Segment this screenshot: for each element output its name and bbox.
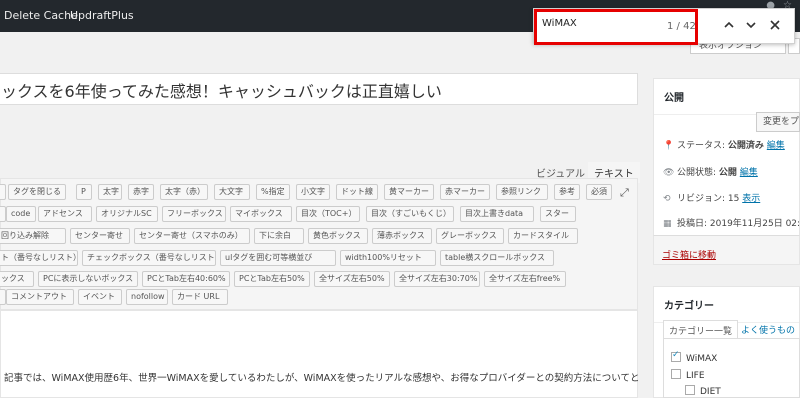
trash-link[interactable]: ゴミ箱に移動 — [662, 248, 716, 261]
find-match-count: 1 / 42 — [667, 21, 696, 32]
quicktag-button[interactable]: code — [6, 206, 36, 222]
quicktag-button[interactable]: 大文字 — [214, 184, 250, 200]
quicktag-button[interactable]: 目次上書きdata — [460, 206, 534, 222]
checkbox[interactable] — [671, 369, 681, 379]
quicktag-button[interactable]: カードスタイル — [508, 228, 578, 244]
quicktag-button[interactable]: 参照リンク — [496, 184, 548, 200]
quicktag-button[interactable]: マイボックス — [230, 206, 292, 222]
find-input[interactable] — [542, 18, 642, 29]
quicktag-button[interactable]: チェックボックス（番号なしリスト） — [82, 250, 216, 266]
quicktag-button[interactable]: カード URL — [172, 289, 228, 305]
quicktag-button[interactable]: イベント — [78, 289, 122, 305]
quicktag-button[interactable]: PCに表示しないボックス — [38, 271, 138, 287]
quicktag-button[interactable] — [0, 184, 6, 200]
quicktag-button[interactable]: 参考 — [554, 184, 580, 200]
category-item-wimax[interactable]: WiMAX — [671, 350, 717, 364]
quicktag-button[interactable]: ドット線 — [336, 184, 378, 200]
history-icon: ⟲ — [663, 194, 671, 204]
publish-box: 公開 — [653, 78, 800, 236]
quicktag-button[interactable]: 薄赤ボックス — [372, 228, 432, 244]
quicktag-button[interactable]: スター — [540, 206, 576, 222]
calendar-icon: ▦ — [663, 219, 672, 229]
content-editor[interactable] — [0, 310, 638, 398]
pin-icon: 📍 — [663, 141, 675, 151]
quicktag-button[interactable]: フリーボックス — [162, 206, 226, 222]
quicktag-button[interactable]: %指定 — [256, 184, 290, 200]
quicktag-button[interactable]: 太字 — [98, 184, 122, 200]
category-checklist — [663, 338, 800, 398]
preview-changes-button[interactable]: 変更をプレビュー — [756, 112, 800, 132]
checkbox[interactable] — [671, 350, 681, 362]
quicktag-button[interactable]: PCとTab左右50% — [234, 271, 310, 287]
chevron-down-icon[interactable] — [742, 17, 760, 35]
revisions-link[interactable]: 表示 — [742, 194, 760, 204]
quicktag-button[interactable]: 下に余白 — [254, 228, 304, 244]
quicktag-button[interactable]: 目次（TOC+） — [296, 206, 360, 222]
quicktag-button[interactable]: ックス — [0, 271, 34, 287]
edit-status-link[interactable]: 編集 — [767, 141, 785, 151]
fullscreen-icon[interactable]: ⤢ — [620, 186, 629, 200]
quicktag-button[interactable]: 全サイズ左右50% — [314, 271, 390, 287]
quicktag-button[interactable]: 太字（赤） — [160, 184, 208, 200]
quicktag-button[interactable]: 全サイズ左右30:70% — [394, 271, 480, 287]
quicktag-button[interactable]: 回り込み解除 — [0, 228, 66, 244]
quicktag-button[interactable]: PCとTab左右40:60% — [142, 271, 230, 287]
quicktag-button[interactable]: width100%リセット — [340, 250, 436, 266]
quicktag-button[interactable]: table横スクロールボックス — [440, 250, 554, 266]
content-text: 記事では、WiMAX使用歴6年、世界一WiMAXを愛しているわたしが、WiMAX… — [4, 373, 638, 384]
admin-bar-delete-cache[interactable]: Delete Cache — [4, 9, 78, 22]
quicktag-button[interactable]: コメントアウト — [6, 289, 74, 305]
admin-bar-updraftplus[interactable]: UpdraftPlus — [70, 9, 134, 22]
quicktag-button[interactable]: 全サイズ左右free% — [484, 271, 566, 287]
find-bar: 1 / 42 — [533, 8, 795, 45]
quicktag-button[interactable]: アドセンス — [38, 206, 92, 222]
edit-visibility-link[interactable]: 編集 — [740, 168, 758, 178]
quicktag-button[interactable]: nofollow — [126, 289, 168, 305]
category-box-title: カテゴリー — [654, 287, 799, 323]
checkbox[interactable] — [685, 385, 695, 395]
publish-box-title: 公開 — [654, 79, 799, 115]
quicktag-button[interactable]: 小文字 — [296, 184, 330, 200]
quicktag-button[interactable]: 目次（すごいもくじ） — [366, 206, 454, 222]
category-item-diet[interactable]: DIET — [685, 385, 721, 397]
visibility-row: 👁 公開状態: 公開 編集 — [663, 168, 758, 178]
quicktag-button[interactable]: センター寄せ（スマホのみ） — [134, 228, 250, 244]
quicktag-button[interactable]: タグを閉じる — [8, 184, 66, 200]
quicktag-button[interactable]: 黄マーカー — [384, 184, 434, 200]
tab-all-categories[interactable]: カテゴリー一覧 — [663, 320, 739, 340]
wp-editor-screen: Delete Cache UpdraftPlus ● ☆ 表示オプション 1 /… — [0, 0, 800, 398]
eye-icon: 👁 — [663, 168, 675, 178]
close-icon[interactable] — [766, 17, 784, 35]
quicktag-button[interactable]: 必須 — [586, 184, 612, 200]
category-item-life[interactable]: LIFE — [671, 369, 705, 381]
status-row: 📍 ステータス: 公開済み 編集 — [663, 141, 785, 151]
published-date-row: ▦ 投稿日: 2019年11月25日 02:42 — [663, 219, 800, 229]
quicktag-button[interactable]: 黄色ボックス — [308, 228, 368, 244]
chevron-up-icon[interactable] — [720, 17, 738, 35]
quicktag-button[interactable]: 赤マーカー — [440, 184, 490, 200]
quicktag-button[interactable]: 赤字 — [128, 184, 154, 200]
quicktag-button[interactable]: グレーボックス — [436, 228, 504, 244]
tab-popular-categories[interactable]: よく使うもの — [736, 320, 800, 339]
quicktag-button[interactable]: ト（番号なしリスト） — [0, 250, 78, 266]
post-title-input[interactable]: ックスを6年使ってみた感想！キャッシュバックは正直嬉しい — [0, 73, 638, 105]
quicktag-button[interactable]: ulタグを囲む可等横並び — [220, 250, 336, 266]
quicktag-button[interactable]: オリジナルSC — [96, 206, 158, 222]
quicktag-button[interactable]: センター寄せ — [70, 228, 130, 244]
revisions-row: ⟲ リビジョン: 15 表示 — [663, 194, 761, 204]
quicktag-button[interactable]: P — [76, 184, 92, 200]
